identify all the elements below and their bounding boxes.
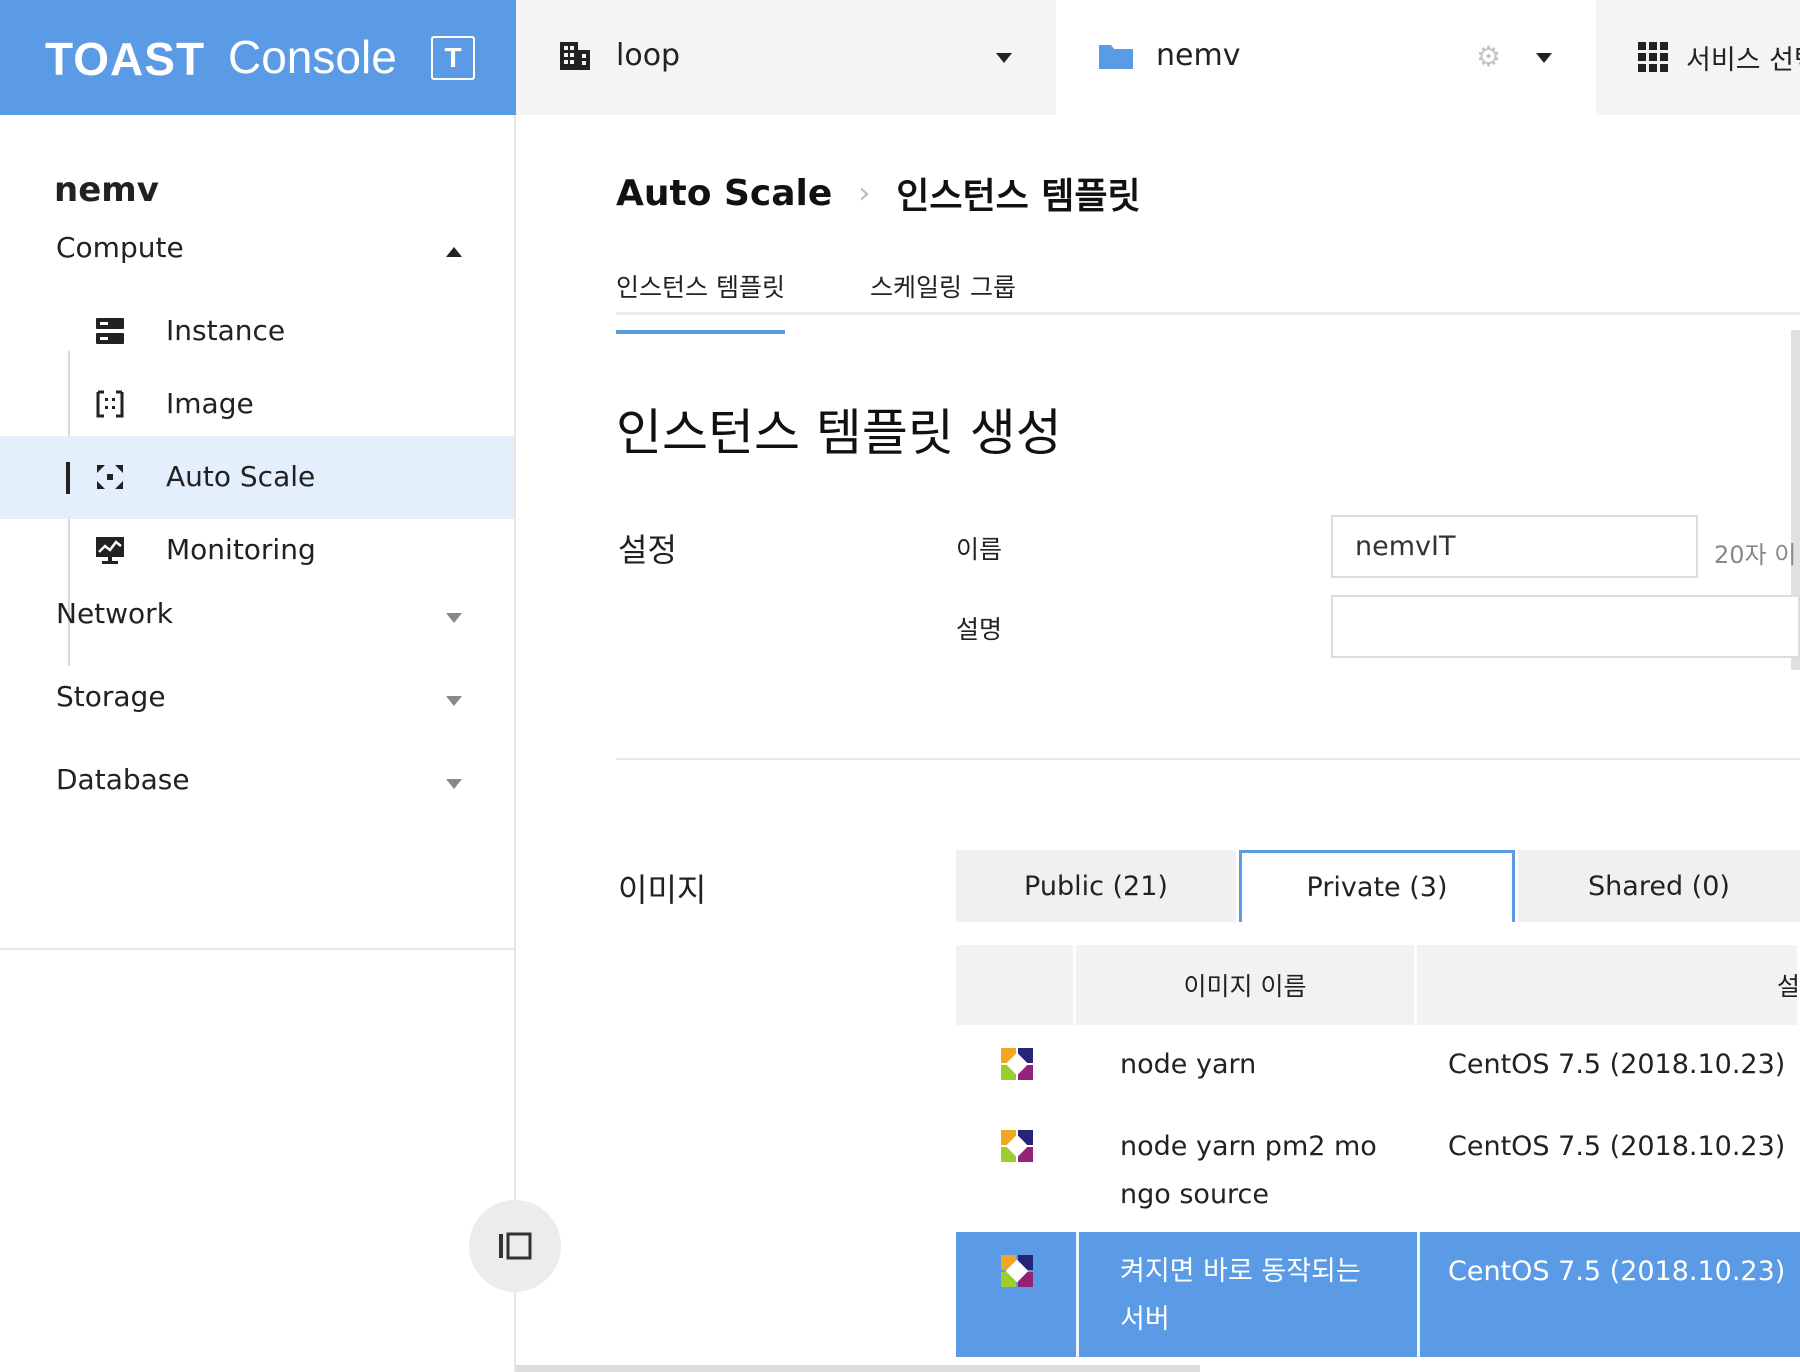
image-description: CentOS 7.5 (2018.10.23) [1448,1256,1786,1287]
horizontal-scrollbar[interactable] [516,1365,1200,1372]
sidebar-toggle-icon [499,1232,532,1260]
table-row-selected[interactable]: 켜지면 바로 동작되는 서버 CentOS 7.5 (2018.10.23) [956,1232,1800,1357]
chevron-down-icon[interactable] [996,53,1012,63]
tab-bar: 인스턴스 템플릿 스케일링 그룹 [616,260,1800,334]
sidebar-category-storage[interactable]: Storage [56,680,466,713]
image-name: node yarn [1120,1049,1257,1080]
tab-private-images[interactable]: Private (3) [1239,850,1515,922]
sidebar-item-image[interactable]: Image [0,363,514,446]
autoscale-icon [97,465,123,489]
apps-grid-icon [1638,42,1668,72]
sidebar-divider [0,948,514,950]
service-selector[interactable]: 서비스 선택 [1596,0,1800,115]
description-field-label: 설명 [956,615,1003,644]
chevron-up-icon [446,247,462,257]
project-name: nemv [1156,38,1241,73]
main-content: Auto Scale › 인스턴스 템플릿 인스턴스 템플릿 스케일링 그룹 인… [516,115,1800,1372]
server-icon [96,318,124,344]
section-divider [616,758,1800,760]
settings-section-label: 설정 [618,531,677,569]
chevron-right-icon: › [858,175,871,211]
tab-instance-template[interactable]: 인스턴스 템플릿 [616,268,785,334]
cell-divider [1076,1232,1079,1357]
breadcrumb: Auto Scale › 인스턴스 템플릿 [616,167,1141,219]
active-indicator [66,462,70,494]
image-section-label: 이미지 [618,871,707,909]
name-field-label: 이름 [956,535,1003,564]
image-description: CentOS 7.5 (2018.10.23) [1448,1049,1786,1080]
sidebar-category-label: Storage [56,680,166,713]
table-row[interactable]: node yarn pm2 mongo source CentOS 7.5 (2… [956,1107,1800,1227]
sidebar-item-instance[interactable]: Instance [0,290,514,373]
column-header-image-name[interactable]: 이미지 이름 [1076,945,1417,1025]
chevron-down-icon [446,779,462,789]
breadcrumb-current: 인스턴스 템플릿 [896,176,1141,217]
sidebar-item-label: Auto Scale [166,460,316,493]
centos-logo-icon [1001,1130,1033,1162]
top-bar: TOAST Console T loop nemv ⚙ 서비스 선택 [0,0,1800,115]
centos-logo-icon [1001,1255,1033,1287]
tab-scaling-group[interactable]: 스케일링 그룹 [870,268,1016,304]
image-tab-bar: Public (21) Private (3) Shared (0) [956,850,1800,922]
image-icon [96,390,124,418]
organization-name: loop [616,38,681,73]
sidebar-category-label: Compute [56,231,184,264]
tab-public-images[interactable]: Public (21) [956,850,1236,922]
image-name: node yarn pm2 mongo source [1120,1131,1377,1210]
organization-selector[interactable]: loop [516,0,1056,115]
image-description: CentOS 7.5 (2018.10.23) [1448,1131,1786,1162]
description-input[interactable] [1331,595,1800,658]
service-selector-label: 서비스 선택 [1686,45,1800,76]
sidebar-project-name: nemv [54,170,159,210]
breadcrumb-item[interactable]: Auto Scale [616,173,832,214]
sidebar-item-label: Image [166,387,254,420]
tab-shared-images[interactable]: Shared (0) [1518,850,1800,922]
column-header-description[interactable]: 설명 [1417,945,1800,1025]
sidebar-category-label: Network [56,597,173,630]
sidebar-category-network[interactable]: Network [56,597,466,630]
sidebar-category-label: Database [56,763,190,796]
page-title: 인스턴스 템플릿 생성 [616,404,1062,462]
monitoring-icon [96,537,124,564]
chevron-down-icon [446,696,462,706]
sidebar-item-auto-scale[interactable]: Auto Scale [0,436,514,519]
sidebar-item-label: Monitoring [166,533,316,566]
gear-icon[interactable]: ⚙ [1476,40,1501,73]
folder-icon [1099,45,1133,69]
column-header-icon [956,945,1076,1025]
chevron-down-icon[interactable] [1536,53,1552,63]
cell-divider [1417,1232,1420,1357]
table-row[interactable]: node yarn CentOS 7.5 (2018.10.23) [956,1025,1800,1107]
name-input[interactable] [1331,515,1698,578]
sidebar: nemv Compute Instance Image Auto Scale M… [0,115,516,1372]
column-header-description-label: 설명 [1776,972,1800,1001]
brand-toast-logo: TOAST [45,33,206,85]
sidebar-category-database[interactable]: Database [56,763,466,796]
project-selector[interactable]: nemv ⚙ [1056,0,1596,115]
sidebar-category-compute[interactable]: Compute [56,231,466,264]
building-icon [560,42,590,70]
centos-logo-icon [1001,1048,1033,1080]
sidebar-item-label: Instance [166,314,286,347]
brand-area[interactable]: TOAST Console T [0,0,516,115]
chevron-down-icon [446,613,462,623]
sidebar-item-monitoring[interactable]: Monitoring [0,509,514,592]
sidebar-collapse-button[interactable] [469,1200,561,1292]
brand-console-text: Console [228,31,397,83]
image-name: 켜지면 바로 동작되는 서버 [1120,1256,1361,1335]
toast-logo-icon[interactable]: T [431,36,475,80]
table-header: 이미지 이름 설명 [956,945,1800,1025]
name-length-hint: 20자 이 [1714,541,1797,569]
